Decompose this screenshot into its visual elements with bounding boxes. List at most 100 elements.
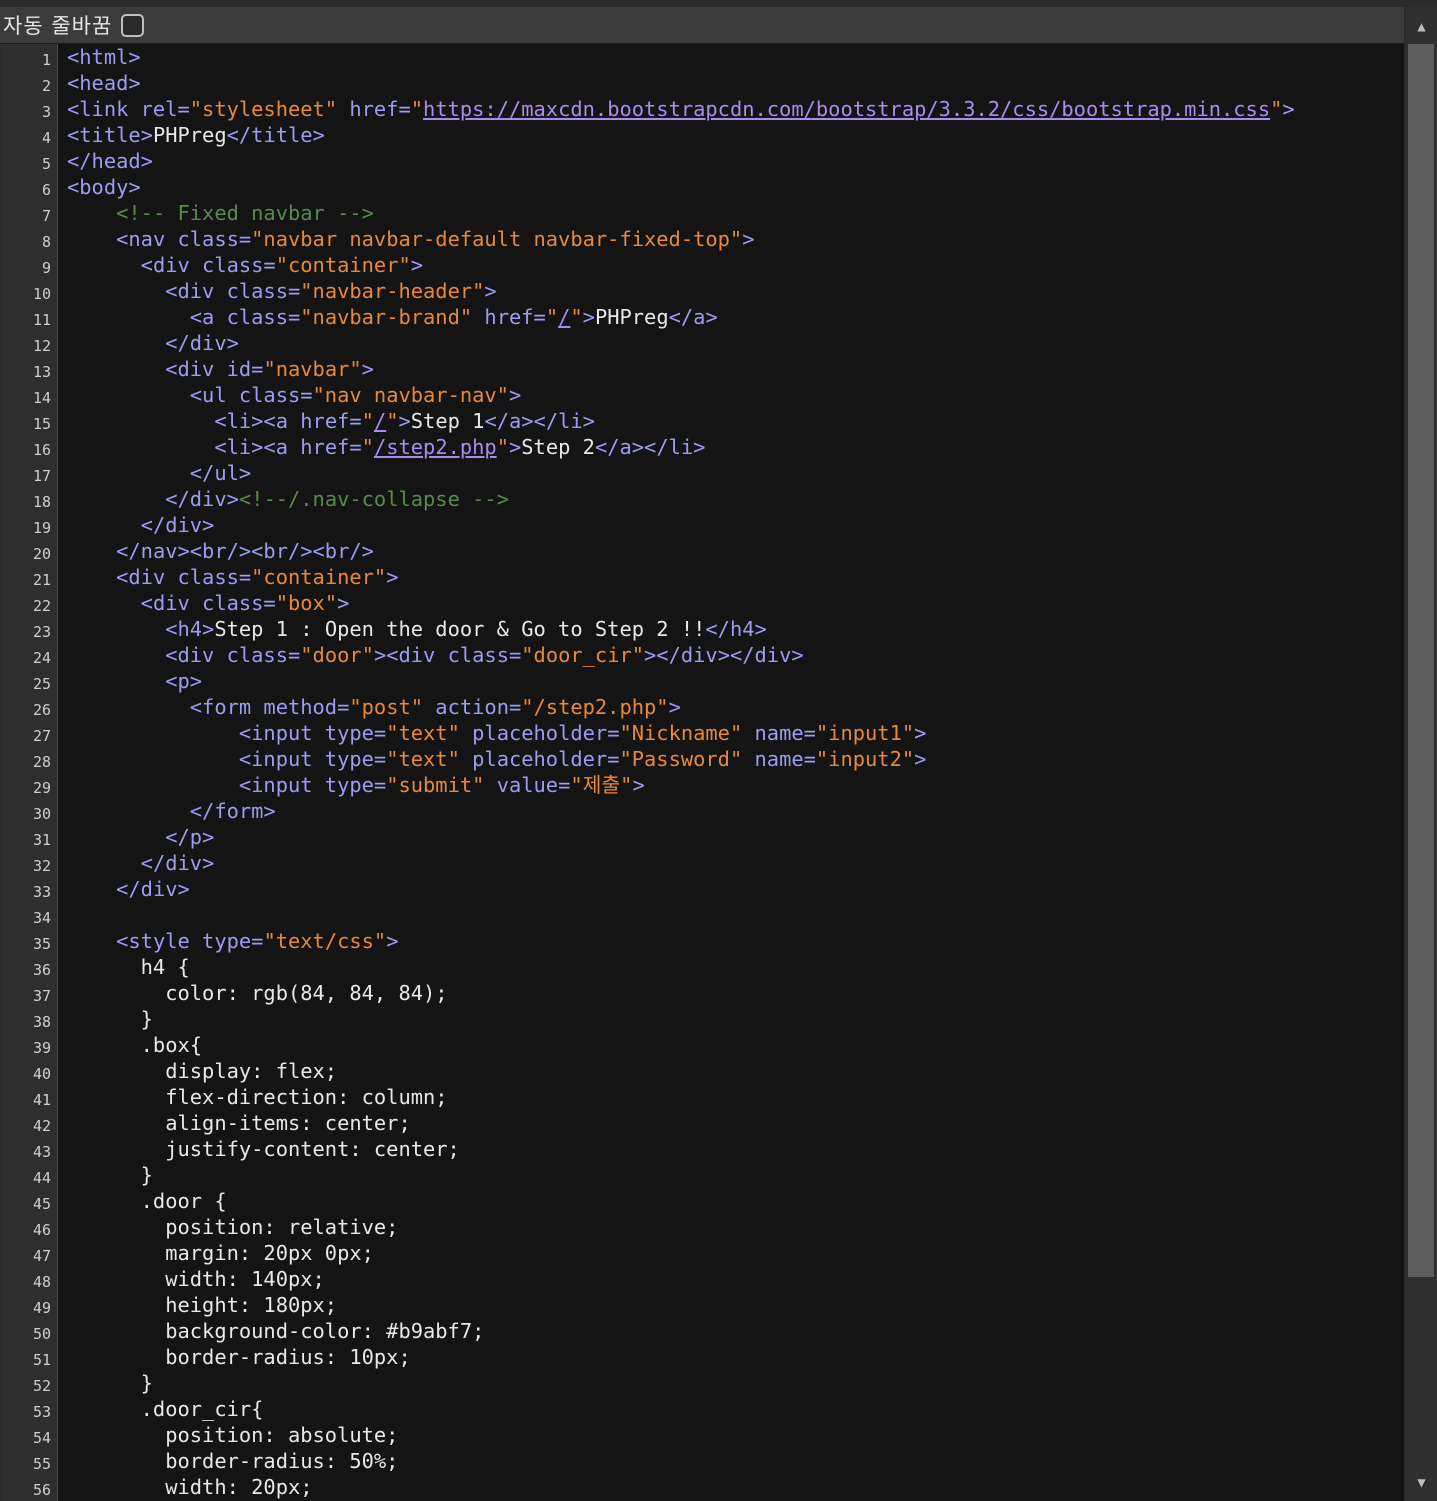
line-number: 42 [32, 1117, 51, 1135]
line-number: 22 [32, 597, 51, 615]
code-line: 54 position: absolute; [33, 1422, 1404, 1448]
code-token: ></div></div> [644, 643, 804, 667]
code-token: background-color: #b9abf7; [67, 1319, 485, 1343]
vertical-scrollbar[interactable]: ▲ ▼ [1404, 7, 1437, 1501]
code-token: "text/css" [263, 929, 387, 953]
line-number: 53 [32, 1403, 51, 1421]
code-token: <h4> [165, 617, 215, 641]
code-token: "navbar" [263, 357, 362, 381]
code-token: </div> [165, 331, 239, 355]
code-token: "submit" [386, 773, 485, 797]
line-number: 15 [32, 415, 51, 433]
line-number: 5 [41, 155, 51, 173]
scroll-down-arrow-icon[interactable]: ▼ [1405, 1465, 1437, 1501]
code-token: "text" [386, 747, 460, 771]
code-token: value= [484, 773, 571, 797]
code-token: flex-direction: column; [67, 1085, 448, 1109]
line-number: 7 [41, 207, 51, 225]
code-token: border-radius: 50%; [67, 1449, 399, 1473]
code-token: " [410, 97, 424, 121]
code-token: <input type= [238, 721, 387, 745]
code-token: border-radius: 10px; [67, 1345, 411, 1369]
code-token: > [484, 279, 497, 303]
line-number: 16 [32, 441, 51, 459]
code-line: 44 } [33, 1162, 1404, 1188]
code-line: 14 <ul class="nav navbar-nav"> [33, 382, 1404, 408]
code-line: 25 <p> [33, 668, 1404, 694]
code-token: </head> [67, 149, 153, 173]
code-token: </div> [165, 487, 239, 511]
code-line: 38 } [33, 1006, 1404, 1032]
line-number: 51 [32, 1351, 51, 1369]
code-token: PHPreg [152, 123, 227, 147]
code-token: > [508, 383, 522, 407]
code-token: action= [423, 695, 522, 719]
line-number: 35 [32, 935, 51, 953]
line-number: 52 [32, 1377, 51, 1395]
code-token: > [742, 227, 755, 251]
code-line: 7 <!-- Fixed navbar --> [42, 200, 1404, 226]
code-token: display: flex; [67, 1059, 338, 1083]
code-token: "Password" [619, 747, 743, 771]
code-link[interactable]: https://maxcdn.bootstrapcdn.com/bootstra… [423, 97, 1270, 121]
code-token: > [914, 747, 927, 771]
code-token: Step 1 [410, 409, 485, 433]
code-token: > [508, 435, 522, 459]
code-line: 4 <title>PHPreg</title> [42, 122, 1404, 148]
line-number: 12 [32, 337, 51, 355]
viewer-toolbar: 자동 줄바꿈 [0, 7, 1404, 44]
code-line: 39 .box{ [33, 1032, 1404, 1058]
line-number: 40 [32, 1065, 51, 1083]
line-number: 2 [41, 77, 51, 95]
code-token: </div> [140, 851, 215, 875]
code-line: 40 display: flex; [33, 1058, 1404, 1084]
line-number: 32 [32, 857, 51, 875]
code-link[interactable]: /step2.php [374, 435, 497, 459]
code-token: <div class= [165, 279, 301, 303]
code-link[interactable]: / [374, 409, 386, 433]
code-token: > [386, 929, 399, 953]
code-token: <!-- Fixed navbar --> [116, 201, 374, 225]
code-line: 48 width: 140px; [33, 1266, 1404, 1292]
line-number: 38 [32, 1013, 51, 1031]
code-line: 49 height: 180px; [33, 1292, 1404, 1318]
scroll-up-arrow-icon[interactable]: ▲ [1405, 9, 1437, 45]
code-line: 31 </p> [33, 824, 1404, 850]
code-token: <title> [67, 123, 153, 147]
scrollbar-thumb[interactable] [1408, 44, 1434, 1277]
line-number: 45 [32, 1195, 51, 1213]
code-token: Step 1 : Open the door & Go to Step 2 !! [214, 617, 706, 641]
code-token: name= [742, 721, 816, 745]
code-token: > [582, 305, 595, 329]
code-line: 8 <nav class="navbar navbar-default navb… [42, 226, 1404, 252]
code-token: href= [337, 97, 411, 121]
code-token: <body> [67, 175, 141, 199]
code-token: "navbar-header" [300, 279, 485, 303]
word-wrap-checkbox[interactable] [121, 13, 145, 37]
code-editor[interactable]: 1 <html> 2 <head> 3 <link rel="stylesheet" hr… [0, 44, 1404, 1501]
code-link[interactable]: / [558, 305, 570, 329]
line-number: 14 [32, 389, 51, 407]
line-number: 44 [32, 1169, 51, 1187]
code-token: placeholder= [459, 721, 620, 745]
code-token: </a></li> [594, 435, 706, 459]
line-number: 43 [32, 1143, 51, 1161]
code-token: "container" [251, 565, 387, 589]
code-line: 17 </ul> [33, 460, 1404, 486]
code-token: > [668, 695, 681, 719]
code-token: align-items: center; [67, 1111, 411, 1135]
code-area: 1 <html> 2 <head> 3 <link rel="stylesheet" hr… [33, 44, 1404, 1500]
code-line: 12 </div> [33, 330, 1404, 356]
code-token: color: rgb(84, 84, 84); [67, 981, 448, 1005]
code-token: "input1" [815, 721, 915, 745]
code-token: <p> [165, 669, 203, 693]
